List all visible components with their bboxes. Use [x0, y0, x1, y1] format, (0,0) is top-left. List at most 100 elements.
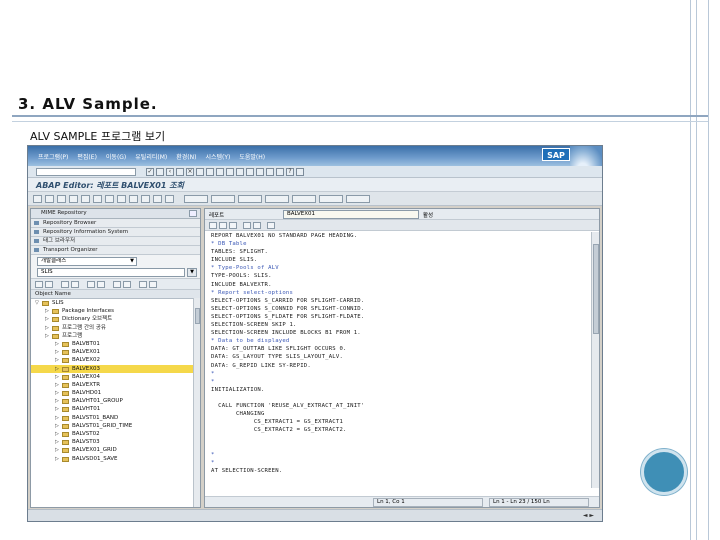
enter-icon[interactable]: ✓	[146, 168, 154, 176]
close-icon[interactable]	[189, 210, 197, 217]
object-type-select[interactable]: 개발클래스 ▼	[37, 257, 137, 266]
code-area[interactable]: REPORT BALVEX01 NO STANDARD PAGE HEADING…	[205, 232, 591, 488]
layout-icon[interactable]	[296, 168, 304, 176]
test-icon[interactable]	[117, 195, 126, 203]
tree-item[interactable]: ▷ Dictionary 오브젝트	[31, 315, 200, 323]
tree-view-icon[interactable]	[113, 281, 121, 288]
up-icon[interactable]	[35, 281, 43, 288]
mime-repository-header[interactable]: MIME Repository	[31, 209, 200, 219]
expand-arrow-icon[interactable]: ▷	[55, 340, 59, 348]
tree-item[interactable]: ▷ BALVBT01	[31, 340, 200, 348]
concatenate-button[interactable]	[211, 195, 235, 203]
tree-item[interactable]: ▷ BALVEX02	[31, 356, 200, 364]
expand-arrow-icon[interactable]: ▷	[55, 397, 59, 405]
cancel-icon[interactable]: ×	[186, 168, 194, 176]
pretty-printer-icon[interactable]	[165, 195, 174, 203]
tree-item[interactable]: ▷ BALVSD01_SAVE	[31, 455, 200, 463]
tree-item[interactable]: ▷ BALVST03	[31, 438, 200, 446]
insert-button[interactable]	[292, 195, 316, 203]
expand-arrow-icon[interactable]: ▷	[55, 348, 59, 356]
forward-nav-icon[interactable]	[45, 195, 54, 203]
editor-scrollbar[interactable]	[591, 232, 599, 488]
first-page-icon[interactable]	[226, 168, 234, 176]
scrollbar-thumb[interactable]	[195, 308, 200, 324]
scroll-arrows-icon[interactable]: ◄ ►	[583, 512, 594, 519]
tree-item[interactable]: ▷ BALVEX03	[31, 364, 200, 373]
menu-item[interactable]: 편집(E)	[77, 152, 97, 161]
close-tree-icon[interactable]	[149, 281, 157, 288]
expand-arrow-icon[interactable]: ▷	[55, 430, 59, 438]
expand-arrow-icon[interactable]: ▷	[45, 315, 49, 323]
tree-item[interactable]: ▷ BALVEXTR	[31, 381, 200, 389]
expand-arrow-icon[interactable]: ▷	[55, 422, 59, 430]
command-field[interactable]	[36, 168, 136, 176]
nav-transport-organizer[interactable]: Transport Organizer	[31, 246, 200, 255]
activate-icon[interactable]	[105, 195, 114, 203]
find-icon[interactable]	[206, 168, 214, 176]
delete-button[interactable]	[319, 195, 343, 203]
program-name-field[interactable]: BALVEX01	[283, 210, 419, 219]
tree-item[interactable]: ▷ 프로그램	[31, 332, 200, 340]
expand-arrow-icon[interactable]: ▷	[45, 307, 49, 315]
nav-tag-browser[interactable]: 태그 브라우저	[31, 237, 200, 246]
active-inactive-icon[interactable]	[81, 195, 90, 203]
cut-icon[interactable]	[209, 222, 217, 229]
last-page-icon[interactable]	[256, 168, 264, 176]
menu-item[interactable]: 프로그램(P)	[38, 152, 68, 161]
filter-icon[interactable]	[97, 281, 105, 288]
back-nav-icon[interactable]	[33, 195, 42, 203]
save-icon[interactable]	[156, 168, 164, 176]
duplicate-button[interactable]	[238, 195, 262, 203]
next-page-icon[interactable]	[246, 168, 254, 176]
favorite-icon[interactable]	[139, 281, 147, 288]
new-session-icon[interactable]	[266, 168, 274, 176]
new-object-icon[interactable]	[123, 281, 131, 288]
tree-item[interactable]: ▷ BALVEX04	[31, 373, 200, 381]
paste-icon[interactable]	[229, 222, 237, 229]
find-next-icon[interactable]	[216, 168, 224, 176]
menu-item[interactable]: 시스템(Y)	[205, 152, 230, 161]
help-icon[interactable]: ?	[286, 168, 294, 176]
refresh-icon[interactable]	[45, 281, 53, 288]
tree-item[interactable]: ▷ BALVST02	[31, 430, 200, 438]
redo-icon[interactable]	[253, 222, 261, 229]
prev-page-icon[interactable]	[236, 168, 244, 176]
expand-arrow-icon[interactable]: ▷	[55, 414, 59, 422]
expand-arrow-icon[interactable]: ▷	[55, 405, 59, 413]
tree-item[interactable]: ▷ BALVST01_BAND	[31, 414, 200, 422]
display-icon[interactable]: ▼	[187, 268, 197, 277]
tree-item[interactable]: ▷ Package Interfaces	[31, 307, 200, 315]
expand-arrow-icon[interactable]: ▷	[45, 332, 49, 340]
find-replace-icon[interactable]	[267, 222, 275, 229]
exit-icon[interactable]	[176, 168, 184, 176]
shortcut-icon[interactable]	[276, 168, 284, 176]
tree-item[interactable]: ▷ BALVHT01_GROUP	[31, 397, 200, 405]
undo-icon[interactable]	[243, 222, 251, 229]
expand-arrow-icon[interactable]: ▽	[35, 299, 39, 307]
copy-icon[interactable]	[219, 222, 227, 229]
sort-icon[interactable]	[87, 281, 95, 288]
collapse-icon[interactable]	[71, 281, 79, 288]
back-icon[interactable]: ‹	[166, 168, 174, 176]
tree-item[interactable]: ▷ BALVST01_GRID_TIME	[31, 422, 200, 430]
expand-arrow-icon[interactable]: ▷	[55, 389, 59, 397]
move-button[interactable]	[265, 195, 289, 203]
display-change-icon[interactable]	[69, 195, 78, 203]
nav-repository-browser[interactable]: Repository Browser	[31, 219, 200, 228]
nav-repository-info-system[interactable]: Repository Information System	[31, 228, 200, 237]
scrollbar-thumb[interactable]	[593, 244, 599, 334]
menu-item[interactable]: 도움말(H)	[239, 152, 265, 161]
object-name-input[interactable]: SLIS	[37, 268, 185, 277]
expand-arrow-icon[interactable]: ▷	[55, 438, 59, 446]
expand-arrow-icon[interactable]: ▷	[55, 381, 59, 389]
expand-icon[interactable]	[61, 281, 69, 288]
expand-arrow-icon[interactable]: ▷	[55, 373, 59, 381]
tree-item[interactable]: ▷ BALVHT01	[31, 405, 200, 413]
expand-arrow-icon[interactable]: ▷	[55, 365, 59, 373]
undo-button[interactable]	[346, 195, 370, 203]
expand-arrow-icon[interactable]: ▷	[55, 446, 59, 454]
menu-item[interactable]: 환경(N)	[176, 152, 196, 161]
menu-item[interactable]: 이동(G)	[106, 152, 126, 161]
tree-scrollbar[interactable]	[193, 298, 200, 507]
expand-arrow-icon[interactable]: ▷	[45, 324, 49, 332]
